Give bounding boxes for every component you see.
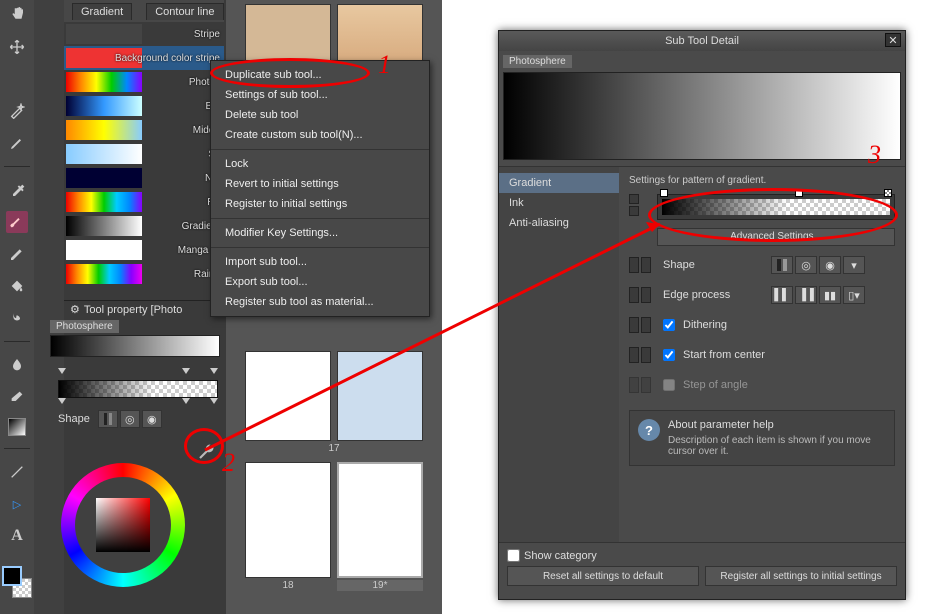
subtool-context-menu: Duplicate sub tool...Settings of sub too… [210, 60, 430, 317]
subtool-row[interactable]: Rainb [64, 262, 224, 286]
line-tool-icon[interactable] [6, 461, 28, 483]
menu-item[interactable]: Import sub tool... [211, 252, 429, 272]
move-tool-icon[interactable] [6, 36, 28, 58]
page-thumb[interactable] [245, 462, 331, 578]
close-icon[interactable]: ✕ [885, 33, 901, 47]
shape-tool-icon[interactable]: ▷ [6, 493, 28, 515]
subtool-row[interactable]: Nig [64, 166, 224, 190]
category-item[interactable]: Ink [499, 193, 619, 213]
help-title: About parameter help [668, 419, 886, 431]
thumb-label: 19* [337, 580, 423, 591]
page-thumb[interactable] [337, 351, 423, 441]
help-icon: ? [638, 419, 660, 441]
shape-label: Shape [58, 413, 90, 425]
step-of-angle-label: Step of angle [683, 379, 748, 391]
dialog-title: Sub Tool Detail [665, 35, 739, 47]
subtool-row[interactable]: Ra [64, 190, 224, 214]
subtool-row[interactable]: Manga gr [64, 238, 224, 262]
gear-icon: ⚙ [70, 303, 80, 316]
register-settings-button[interactable]: Register all settings to initial setting… [705, 566, 897, 586]
edge-opt-3[interactable]: ▮▮ [819, 286, 841, 304]
hand-tool-icon[interactable] [6, 4, 28, 26]
shape-radial-button[interactable]: ◎ [120, 410, 140, 428]
tab-contour[interactable]: Contour line [146, 3, 223, 20]
shape-opt-ellipse[interactable]: ◉ [819, 256, 841, 274]
edge-opt-1[interactable]: ▌▌ [771, 286, 793, 304]
category-item[interactable]: Anti-aliasing [499, 213, 619, 233]
menu-item[interactable]: Create custom sub tool(N)... [211, 125, 429, 145]
tab-gradient[interactable]: Gradient [72, 3, 132, 20]
smudge-tool-icon[interactable] [6, 307, 28, 329]
dithering-label: Dithering [683, 319, 727, 331]
thumb-label: 17 [230, 443, 438, 454]
category-item[interactable]: Gradient [499, 173, 619, 193]
page-thumb[interactable] [337, 462, 423, 578]
row-toggle-icon[interactable] [629, 206, 639, 216]
help-text: Description of each item is shown if you… [668, 435, 886, 457]
wrench-icon[interactable] [194, 440, 218, 464]
shape-linear-button[interactable] [98, 410, 118, 428]
blur-tool-icon[interactable] [6, 354, 28, 376]
dialog-subtool-chip: Photosphere [503, 55, 572, 68]
page-thumb[interactable] [245, 351, 331, 441]
tool-property-name: Photosphere [50, 320, 119, 333]
menu-item[interactable]: Revert to initial settings [211, 174, 429, 194]
edge-opt-4[interactable]: ▯▾ [843, 286, 865, 304]
spray-tool-icon[interactable] [6, 68, 28, 90]
shape-opt-radial[interactable]: ◎ [795, 256, 817, 274]
gradient-editor-small[interactable] [58, 380, 218, 398]
shape-opt-more[interactable]: ▾ [843, 256, 865, 274]
menu-item[interactable]: Register to initial settings [211, 194, 429, 214]
menu-item[interactable]: Settings of sub tool... [211, 85, 429, 105]
settings-description: Settings for pattern of gradient. [629, 175, 895, 186]
thumb-label: 18 [245, 580, 331, 591]
pencil-tool-icon[interactable] [6, 243, 28, 265]
bucket-tool-icon[interactable] [6, 275, 28, 297]
pen-tool-icon[interactable] [6, 132, 28, 154]
tool-property-title: Tool property [Photo [84, 304, 182, 316]
shape-label: Shape [663, 259, 763, 271]
menu-item[interactable]: Duplicate sub tool... [211, 65, 429, 85]
shape-opt-linear[interactable] [771, 256, 793, 274]
start-from-center-checkbox[interactable] [663, 349, 675, 361]
tool-property-preview [50, 335, 220, 357]
menu-item[interactable]: Register sub tool as material... [211, 292, 429, 312]
gradient-tool-icon[interactable] [8, 418, 26, 436]
edge-process-label: Edge process [663, 289, 763, 301]
show-category-checkbox[interactable] [507, 549, 520, 562]
subtool-detail-dialog: Sub Tool Detail ✕ Photosphere GradientIn… [498, 30, 906, 600]
gradient-editor[interactable] [657, 194, 895, 220]
subtool-row[interactable]: Blu [64, 94, 224, 118]
menu-item[interactable]: Lock [211, 154, 429, 174]
brush-tool-icon[interactable] [6, 211, 28, 233]
step-of-angle-checkbox [663, 379, 675, 391]
menu-item[interactable]: Delete sub tool [211, 105, 429, 125]
subtool-row[interactable]: Photos [64, 70, 224, 94]
start-from-center-label: Start from center [683, 349, 765, 361]
reset-settings-button[interactable]: Reset all settings to default [507, 566, 699, 586]
color-wheel[interactable] [58, 460, 188, 590]
wand-tool-icon[interactable] [6, 100, 28, 122]
subtool-row[interactable]: Sk [64, 142, 224, 166]
show-category-label: Show category [524, 550, 597, 562]
dialog-gradient-preview [503, 72, 901, 160]
advanced-settings-button[interactable]: Advanced Settings... [657, 228, 895, 246]
menu-item[interactable]: Modifier Key Settings... [211, 223, 429, 243]
eraser-tool-icon[interactable] [6, 386, 28, 408]
eyedropper-icon[interactable] [6, 179, 28, 201]
text-tool-icon[interactable]: A [6, 525, 28, 547]
dithering-checkbox[interactable] [663, 319, 675, 331]
row-toggle-icon[interactable] [629, 194, 639, 204]
menu-item[interactable]: Export sub tool... [211, 272, 429, 292]
color-swatches[interactable] [0, 564, 36, 600]
edge-opt-2[interactable]: ▐▐ [795, 286, 817, 304]
subtool-row[interactable]: Gradient [64, 214, 224, 238]
shape-ellipse-button[interactable]: ◉ [142, 410, 162, 428]
subtool-row[interactable]: Stripe [64, 22, 224, 46]
subtool-row[interactable]: Background color stripe [64, 46, 224, 70]
subtool-row[interactable]: Midda [64, 118, 224, 142]
